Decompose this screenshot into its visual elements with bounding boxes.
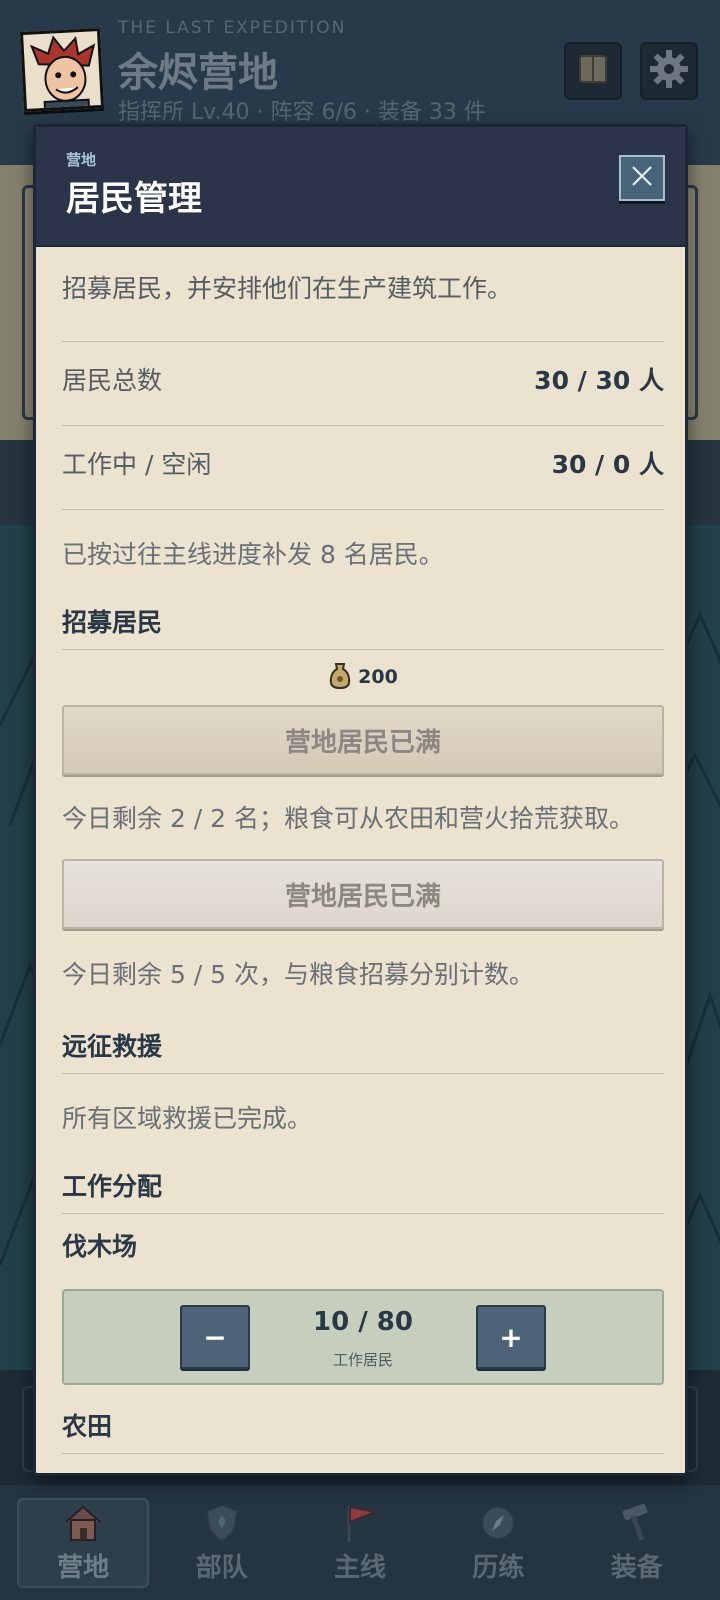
total-residents-value: 30 / 30 人 — [534, 366, 664, 395]
modal-header: 营地 居民管理 — [36, 127, 685, 247]
compass-icon — [476, 1501, 520, 1545]
rescue-note: 所有区域救援已完成。 — [62, 1104, 313, 1133]
gear-icon — [648, 48, 690, 94]
divider — [62, 425, 664, 426]
shield-icon — [200, 1501, 244, 1545]
bottom-nav: 营地 部队 主线 历练 装备 — [0, 1485, 720, 1600]
game-subtitle: THE LAST EXPEDITION — [118, 18, 347, 38]
worker-count-label: 工作居民 — [332, 1351, 393, 1369]
modal-title: 居民管理 — [66, 179, 202, 219]
nav-troops[interactable]: 部队 — [156, 1498, 288, 1588]
recruit-cost-value: 200 — [358, 666, 398, 688]
nav-label: 装备 — [610, 1553, 663, 1583]
divider — [62, 509, 664, 510]
backfill-note: 已按过往主线进度补发 8 名居民。 — [62, 540, 444, 569]
nav-label: 营地 — [57, 1553, 110, 1583]
camp-name: 余烬营地 — [118, 50, 278, 96]
house-icon — [61, 1501, 105, 1545]
modal-overline: 营地 — [66, 151, 97, 169]
modal-intro: 招募居民，并安排他们在生产建筑工作。 — [62, 274, 513, 303]
nav-equipment[interactable]: 装备 — [571, 1498, 703, 1588]
flag-icon — [338, 1501, 382, 1545]
recruit-heading: 招募居民 — [62, 608, 163, 637]
close-button[interactable] — [619, 155, 665, 201]
building-name: 伐木场 — [62, 1232, 138, 1261]
divider — [62, 1453, 664, 1454]
rescue-heading: 远征救援 — [62, 1032, 163, 1061]
journal-button[interactable] — [564, 42, 622, 100]
recruit-cost: 200 — [62, 661, 664, 693]
building-name: 农田 — [62, 1412, 113, 1441]
modal-body: 招募居民，并安排他们在生产建筑工作。 居民总数 30 / 30 人 工作中 / … — [62, 247, 664, 1473]
residents-modal: 营地 居民管理 招募居民，并安排他们在生产建筑工作。 居民总数 30 / 30 … — [33, 124, 688, 1476]
working-idle-value: 30 / 0 人 — [551, 450, 664, 479]
increase-workers-button[interactable]: + — [476, 1305, 546, 1369]
divider — [62, 341, 664, 342]
total-residents-label: 居民总数 — [62, 366, 163, 395]
commander-avatar[interactable] — [19, 27, 105, 113]
nav-label: 历练 — [472, 1553, 525, 1583]
food-recruit-button[interactable]: 营地居民已满 — [62, 705, 664, 775]
book-icon — [576, 52, 610, 90]
settings-button[interactable] — [640, 42, 698, 100]
close-icon — [630, 164, 654, 192]
working-idle-label: 工作中 / 空闲 — [62, 450, 212, 479]
nav-camp[interactable]: 营地 — [17, 1497, 150, 1588]
food-recruit-note: 今日剩余 2 / 2 名；粮食可从农田和营火拾荒获取。 — [62, 804, 635, 833]
hammer-icon — [615, 1501, 659, 1545]
nav-label: 部队 — [195, 1553, 248, 1583]
divider — [62, 1073, 664, 1074]
alt-recruit-button[interactable]: 营地居民已满 — [62, 859, 664, 929]
divider — [62, 649, 664, 650]
lumber-mill-assignment: − 10 / 80 工作居民 + — [62, 1289, 664, 1385]
divider — [62, 1213, 664, 1214]
assignment-heading: 工作分配 — [62, 1172, 163, 1201]
nav-main-quest[interactable]: 主线 — [294, 1498, 426, 1588]
alt-recruit-note: 今日剩余 5 / 5 次，与粮食招募分别计数。 — [62, 960, 535, 989]
camp-stats: 指挥所 Lv.40 · 阵容 6/6 · 装备 33 件 — [118, 100, 486, 125]
nav-label: 主线 — [333, 1553, 386, 1583]
nav-training[interactable]: 历练 — [432, 1498, 564, 1588]
worker-count: 10 / 80 — [313, 1307, 413, 1337]
food-sack-icon — [328, 661, 352, 693]
